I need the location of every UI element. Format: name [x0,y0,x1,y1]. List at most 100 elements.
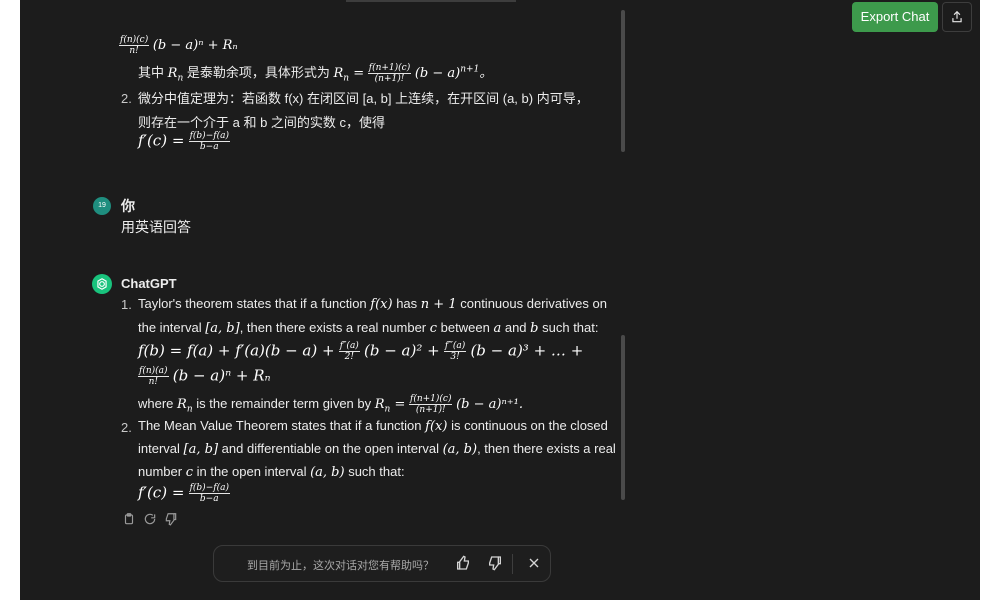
formula-text: (b − a)ⁿ + Rₙ [152,37,238,53]
formula-frac: f(b)−f(a) b−a [188,131,230,152]
user-avatar: 19 [93,197,111,215]
frac-denominator: (n+1)! [374,74,405,85]
math-rn: Rn = [374,396,406,415]
text-segment: such that: [542,320,599,335]
item2-line3: number c in the open interval (a, b) suc… [138,464,405,480]
math-rn: Rn [167,66,184,84]
prev-remainder-frac: f(n+1)(c) (n+1)! [367,63,412,85]
item2-line1: The Mean Value Theorem states that if a … [138,418,608,434]
assistant-author-name: ChatGPT [121,276,177,291]
frac-numerator: f(n)(c) [119,35,150,46]
item1-line2: the interval [a, b], then there exists a… [138,320,599,336]
text-segment: the interval [138,320,202,335]
text-segment: in the open interval [196,464,307,479]
feedback-prompt: 到目前为止，这次对话对您有帮助吗？ [247,560,434,572]
formula-frac: f(b)−f(a) b−a [188,483,230,504]
text-segment: number [138,464,183,479]
formula-text: (b − a)³ + … + [470,341,584,360]
text-segment: is the remainder term given by [196,395,372,411]
math-rn: Rn = [333,66,365,84]
frac-numerator: f(b)−f(a) [188,131,230,142]
user-author-name: 你 [121,198,135,214]
frac-numerator: f″(a) [338,341,360,352]
export-chat-button[interactable]: Export Chat [852,2,938,32]
prev-frac: f(n)(c) n! [119,35,150,56]
list-number: 2. [121,91,132,106]
frac-denominator: 3! [450,352,460,362]
list-number: 2. [121,420,132,435]
frac-denominator: b−a [199,494,219,504]
item1-formula-line2: f(n)(a) n! (b − a)ⁿ + Rₙ [138,366,271,387]
text-segment: The Mean Value Theorem states that if a … [138,418,422,433]
math-c: c [185,465,193,480]
copy-icon[interactable] [122,512,136,526]
math-a: a [493,321,502,336]
prev-formula-tail: f(n)(c) n! (b − a)ⁿ + Rₙ [119,35,238,56]
item1-line1: Taylor's theorem states that if a functi… [138,296,607,312]
formula-lhs: f′(c) = [138,483,185,502]
frac-numerator: f‴(a) [443,341,467,352]
thumbs-down-icon[interactable] [164,512,178,526]
text-segment: is continuous on the closed [451,418,608,433]
formula-text: (b − a)ⁿ⁺¹. [456,396,523,412]
math-open-interval: (a, b) [310,465,345,480]
close-icon[interactable] [526,555,542,571]
code-scrollbar[interactable] [621,10,625,152]
frac-denominator: 2! [344,352,354,362]
formula-text: (b − a)ⁿ + Rₙ [172,366,271,385]
text-segment: where [138,395,174,411]
list-number: 1. [121,297,132,312]
text-segment: such that: [348,464,405,479]
frac-denominator: (n+1)! [415,405,446,415]
thumbs-up-icon[interactable] [455,555,471,571]
frac-numerator: f(n+1)(c) [409,394,453,405]
feedback-bar: 到目前为止，这次对话对您有帮助吗？ [213,545,551,582]
math-c: c [429,321,438,336]
text-segment: Taylor's theorem states that if a functi… [138,296,367,311]
math-interval: [a, b] [205,321,240,336]
regenerate-icon[interactable] [143,512,157,526]
formula-lhs: f′(c) = [138,131,185,150]
formula-frac: f(n)(a) n! [138,366,169,387]
formula-frac: f″(a) 2! [338,341,360,362]
text-segment: interval [138,441,180,456]
share-upload-icon[interactable] [942,2,972,32]
prev-item2-line1: 微分中值定理为：若函数 f(x) 在闭区间 [a, b] 上连续，在开区间 (a… [138,91,589,106]
formula-frac: f‴(a) 3! [443,341,467,362]
math-open-interval: (a, b) [442,442,478,457]
item2-line2: interval [a, b] and differentiable on th… [138,441,616,457]
text-segment: , then there exists a real [477,441,616,456]
formula-text: (b − a)² + [364,341,440,360]
text-segment: , then there exists a real number [239,320,427,335]
math-closed-interval: [a, b] [183,442,219,457]
math-n-plus-1: n + 1 [420,297,457,312]
formula-text: f(b) = f(a) + f′(a)(b − a) + [138,341,335,360]
item1-formula-line1: f(b) = f(a) + f′(a)(b − a) + f″(a) 2! (b … [138,341,583,362]
math-fx: f(x) [425,419,448,434]
frac-numerator: f(n)(a) [138,366,169,377]
prev-item2-line2: 则存在一个介于 a 和 b 之间的实数 c，使得 [138,115,386,130]
text-segment: has [396,296,418,311]
thumbs-down-icon[interactable] [487,555,503,571]
frac-denominator: n! [129,46,139,56]
math-fx: f(x) [370,297,393,312]
answer-scrollbar[interactable] [621,335,625,500]
text-segment: and differentiable on the open interval [221,441,439,456]
frac-denominator: n! [148,377,158,387]
formula-frac: f(n+1)(c) (n+1)! [409,394,453,415]
item1-where-line: where Rn is the remainder term given by … [138,394,523,415]
item2-formula: f′(c) = f(b)−f(a) b−a [138,483,230,504]
text-segment: continuous derivatives on [460,296,607,311]
text-segment: 其中 [138,65,165,80]
text-segment: and [504,320,527,335]
prev-item2-formula: f′(c) = f(b)−f(a) b−a [138,131,230,152]
frac-numerator: f(n+1)(c) [367,63,412,75]
math-tail: (b − a)n+1。 [414,64,493,81]
user-message-text: 用英语回答 [121,219,191,235]
feedback-divider [512,554,513,574]
frac-denominator: b−a [199,142,219,152]
math-b: b [530,321,539,336]
chat-scroll-area[interactable]: f(n)(c) n! (b − a)ⁿ + Rₙ 其中 Rn 是泰勒余项，具体形式… [20,0,980,600]
math-rn: Rn [177,396,193,415]
chat-window: f(n)(c) n! (b − a)ⁿ + Rₙ 其中 Rn 是泰勒余项，具体形式… [20,0,980,600]
